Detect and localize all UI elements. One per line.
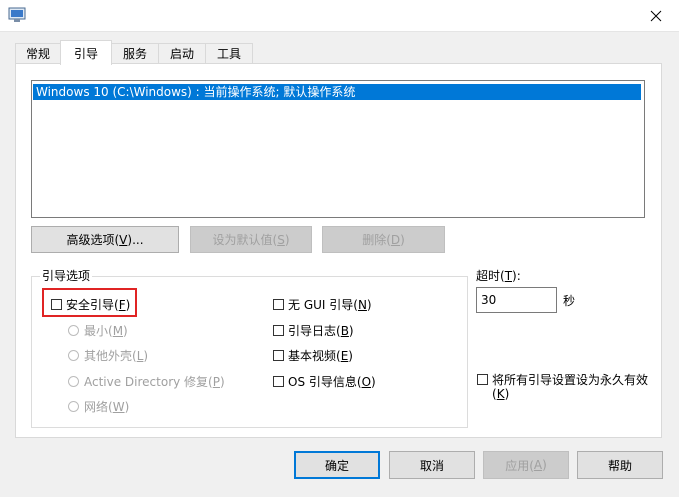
radio-circle[interactable] [68, 376, 79, 387]
no-gui-boot-checkbox[interactable]: 无 GUI 引导(N) [273, 296, 372, 313]
alternate-shell-radio[interactable]: 其他外壳(L) [68, 347, 148, 364]
checkbox-box[interactable] [273, 376, 284, 387]
cancel-button[interactable]: 取消 [389, 451, 475, 479]
base-video-checkbox[interactable]: 基本视频(E) [273, 347, 353, 364]
minimal-radio[interactable]: 最小(M) [68, 322, 128, 339]
tab-general[interactable]: 常规 [15, 43, 61, 63]
title-bar [0, 0, 679, 32]
tab-label: 常规 [25, 47, 50, 61]
tab-boot[interactable]: 引导 [60, 40, 112, 65]
checkbox-box[interactable] [477, 374, 488, 385]
network-radio[interactable]: 网络(W) [68, 398, 129, 415]
checkbox-box[interactable] [273, 299, 284, 310]
radio-circle[interactable] [68, 350, 79, 361]
make-permanent-checkbox[interactable]: 将所有引导设置设为永久有效 [477, 371, 648, 388]
apply-button[interactable]: 应用(A) [483, 451, 569, 479]
ok-button[interactable]: 确定 [294, 451, 380, 479]
close-icon [650, 10, 662, 21]
tab-label: 服务 [122, 47, 147, 61]
timeout-unit: 秒 [563, 294, 576, 308]
make-permanent-accel: (K) [492, 387, 510, 401]
radio-circle[interactable] [68, 325, 79, 336]
os-boot-info-checkbox[interactable]: OS 引导信息(O) [273, 373, 376, 390]
timeout-input[interactable]: 30 [476, 287, 557, 313]
system-config-app-icon [8, 7, 26, 22]
close-button[interactable] [633, 0, 679, 31]
radio-circle[interactable] [68, 401, 79, 412]
delete-button[interactable]: 删除(D) [322, 226, 445, 253]
checkbox-box[interactable] [273, 325, 284, 336]
advanced-options-button[interactable]: 高级选项(V)... [31, 226, 179, 253]
boot-options-title: 引导选项 [40, 267, 93, 284]
tab-label: 启动 [169, 47, 194, 61]
os-listbox[interactable]: Windows 10 (C:\Windows) : 当前操作系统; 默认操作系统 [31, 80, 645, 218]
tab-label: 引导 [73, 46, 98, 61]
boot-log-checkbox[interactable]: 引导日志(B) [273, 322, 354, 339]
timeout-label: 超时(T): [476, 269, 521, 283]
checkbox-box[interactable] [51, 299, 62, 310]
tab-tools[interactable]: 工具 [205, 43, 253, 63]
tab-services[interactable]: 服务 [111, 43, 159, 63]
help-button[interactable]: 帮助 [577, 451, 663, 479]
set-default-button[interactable]: 设为默认值(S) [190, 226, 312, 253]
os-list-item[interactable]: Windows 10 (C:\Windows) : 当前操作系统; 默认操作系统 [33, 84, 641, 100]
checkbox-box[interactable] [273, 350, 284, 361]
tab-startup[interactable]: 启动 [158, 43, 206, 63]
tab-label: 工具 [216, 47, 241, 61]
safe-boot-checkbox[interactable]: 安全引导(F) [51, 296, 130, 313]
ad-repair-radio[interactable]: Active Directory 修复(P) [68, 373, 225, 390]
